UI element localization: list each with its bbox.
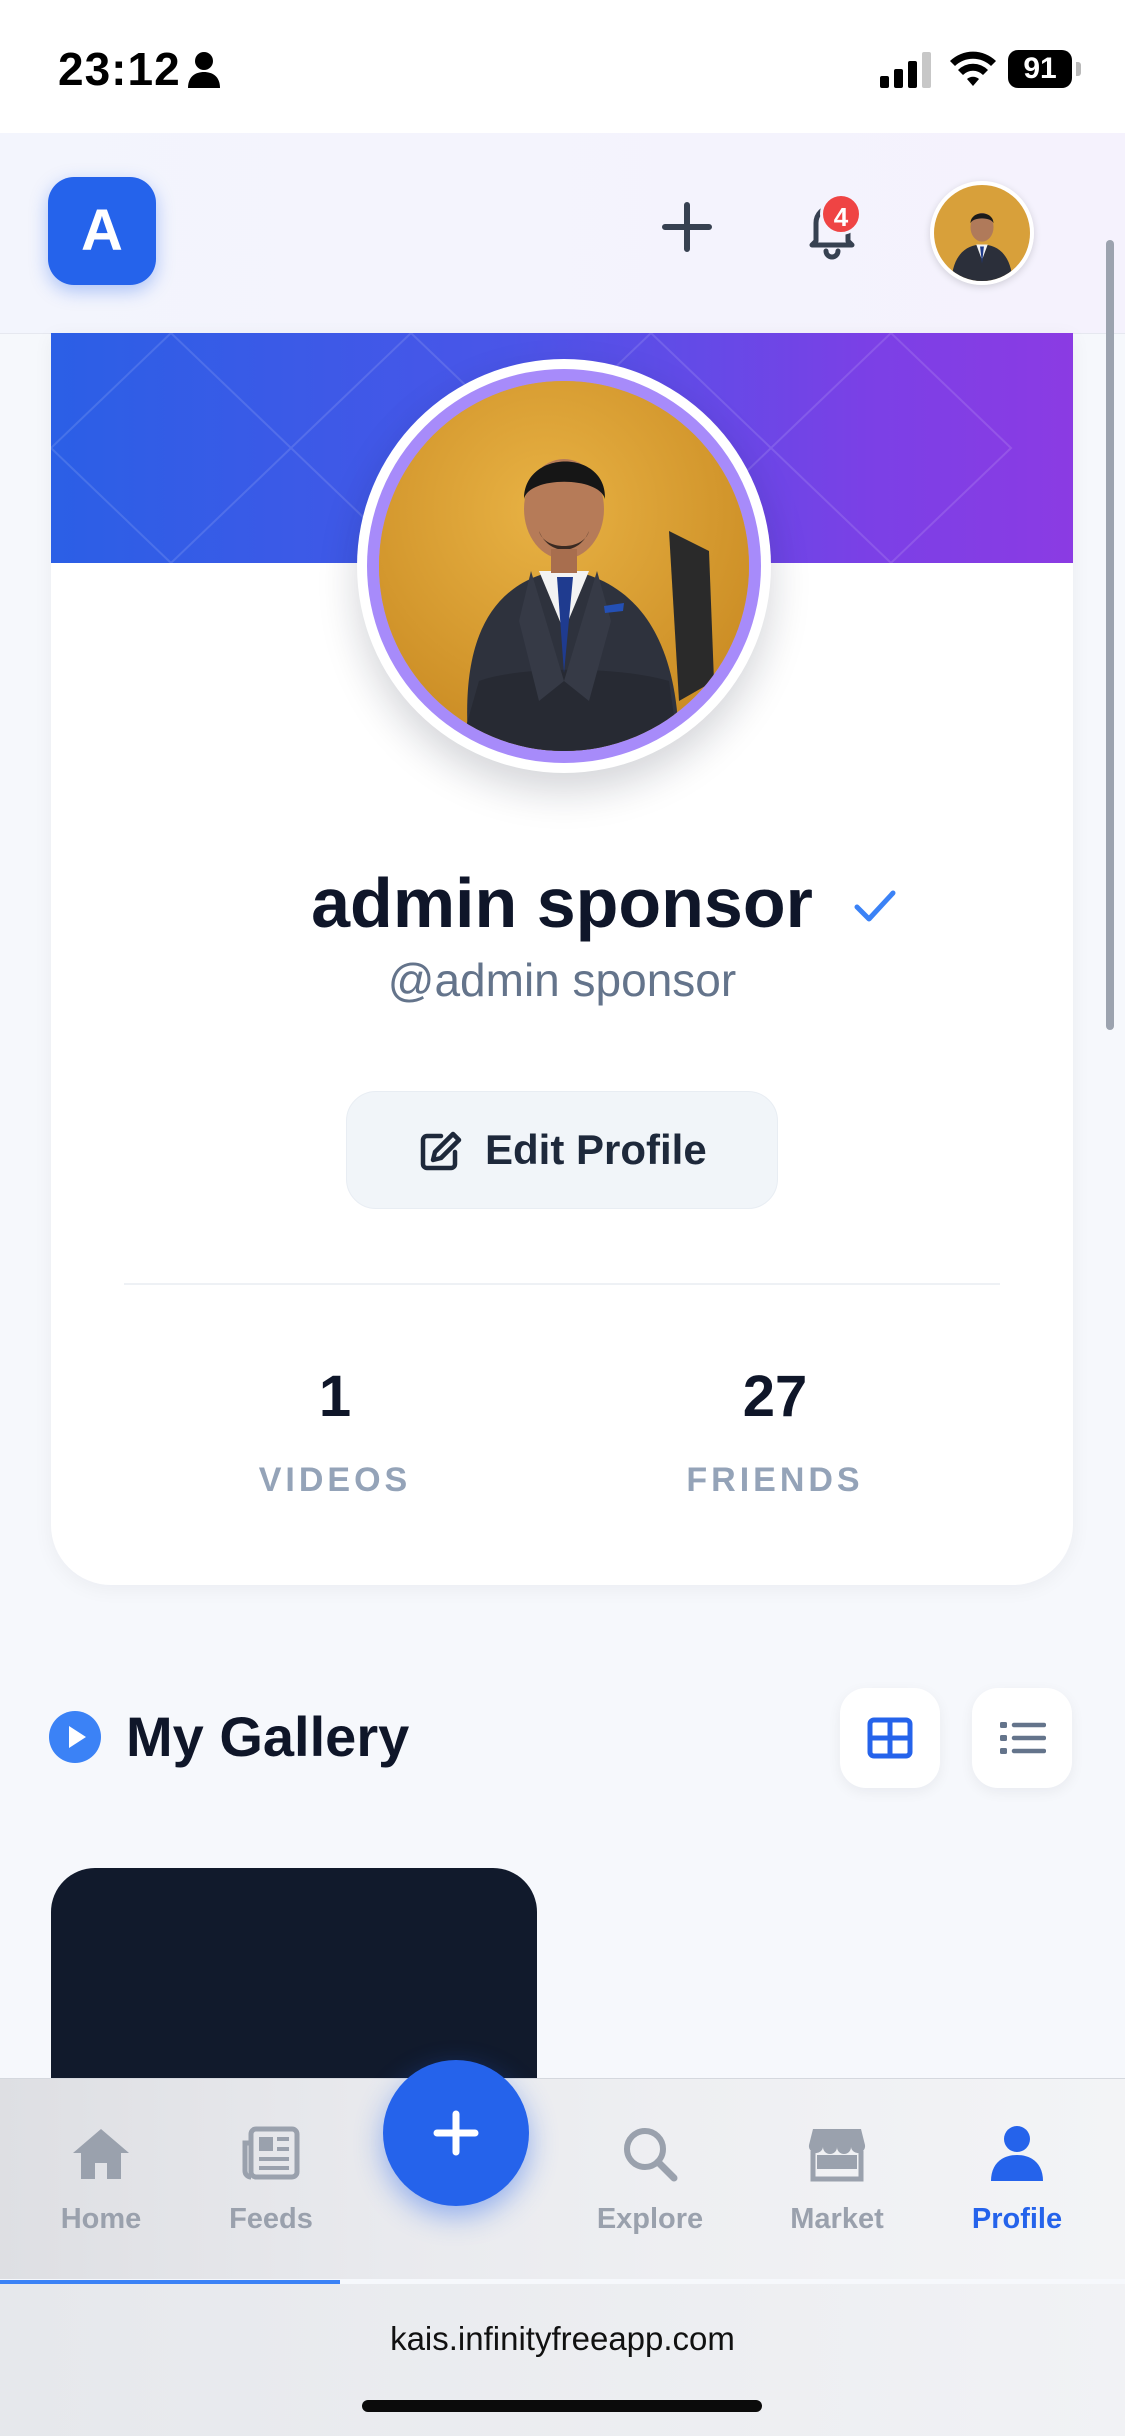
search-icon xyxy=(624,2128,678,2182)
list-icon xyxy=(1000,1722,1046,1754)
friends-label[interactable]: FRIENDS xyxy=(625,1461,925,1500)
url-text[interactable]: kais.infinityfreeapp.com xyxy=(0,2320,1125,2358)
app-logo[interactable]: A xyxy=(48,177,156,285)
create-post-button[interactable] xyxy=(383,2060,529,2206)
play-circle-icon xyxy=(49,1711,101,1763)
stats-divider xyxy=(124,1283,1000,1285)
battery-indicator: 91 xyxy=(1008,50,1081,88)
profile-name-text: admin sponsor xyxy=(311,864,813,942)
status-time: 23:12 xyxy=(58,43,181,95)
browser-url-bar[interactable]: kais.infinityfreeapp.com xyxy=(0,2284,1125,2436)
nav-home-label: Home xyxy=(60,2203,142,2235)
battery-cap xyxy=(1076,62,1081,76)
videos-label[interactable]: VIDEOS xyxy=(185,1461,485,1500)
notification-badge: 4 xyxy=(820,193,862,235)
bottom-nav: Home Feeds Explore Market Profile xyxy=(0,2078,1125,2279)
profile-card: admin sponsor @admin sponsor Edit Profil… xyxy=(51,333,1073,1585)
nav-explore-label: Explore xyxy=(596,2203,704,2235)
plus-icon xyxy=(433,2110,479,2156)
nav-profile-label: Profile xyxy=(971,2203,1063,2235)
wifi-icon xyxy=(950,51,996,86)
person-icon xyxy=(188,52,220,88)
nav-feeds[interactable]: Feeds xyxy=(181,2079,361,2279)
home-indicator[interactable] xyxy=(362,2400,762,2412)
nav-market-label: Market xyxy=(790,2203,884,2235)
avatar-photo xyxy=(934,185,1030,281)
profile-portrait xyxy=(379,381,749,751)
videos-count: 1 xyxy=(318,1364,352,1429)
cellular-signal-icon xyxy=(880,52,931,88)
nav-home[interactable]: Home xyxy=(11,2079,191,2279)
edit-profile-label: Edit Profile xyxy=(485,1126,707,1173)
header-avatar[interactable] xyxy=(930,181,1034,285)
page-scrollbar[interactable] xyxy=(1106,240,1114,1030)
home-icon xyxy=(73,2129,129,2179)
profile-handle: @admin sponsor xyxy=(387,954,737,1006)
edit-profile-button[interactable]: Edit Profile xyxy=(346,1091,778,1209)
profile-name: admin sponsor xyxy=(51,863,1073,943)
verified-check-icon xyxy=(854,890,896,922)
add-icon[interactable] xyxy=(655,195,719,259)
grid-view-button[interactable] xyxy=(840,1688,940,1788)
store-icon xyxy=(808,2129,866,2182)
nav-feeds-label: Feeds xyxy=(229,2203,313,2235)
app-header: A 4 xyxy=(0,133,1125,334)
nav-profile[interactable]: Profile xyxy=(927,2079,1107,2279)
edit-icon xyxy=(420,1131,462,1171)
battery-level: 91 xyxy=(1008,50,1072,88)
profile-photo-frame xyxy=(357,359,771,773)
nav-explore[interactable]: Explore xyxy=(560,2079,740,2279)
newspaper-icon xyxy=(242,2126,300,2180)
gallery-title: My Gallery xyxy=(126,1705,410,1768)
user-icon xyxy=(991,2126,1043,2181)
profile-photo[interactable] xyxy=(379,381,749,751)
list-view-button[interactable] xyxy=(972,1688,1072,1788)
status-bar: 23:12 91 xyxy=(0,0,1125,133)
friends-count: 27 xyxy=(742,1364,808,1429)
grid-icon xyxy=(867,1717,913,1759)
nav-market[interactable]: Market xyxy=(747,2079,927,2279)
